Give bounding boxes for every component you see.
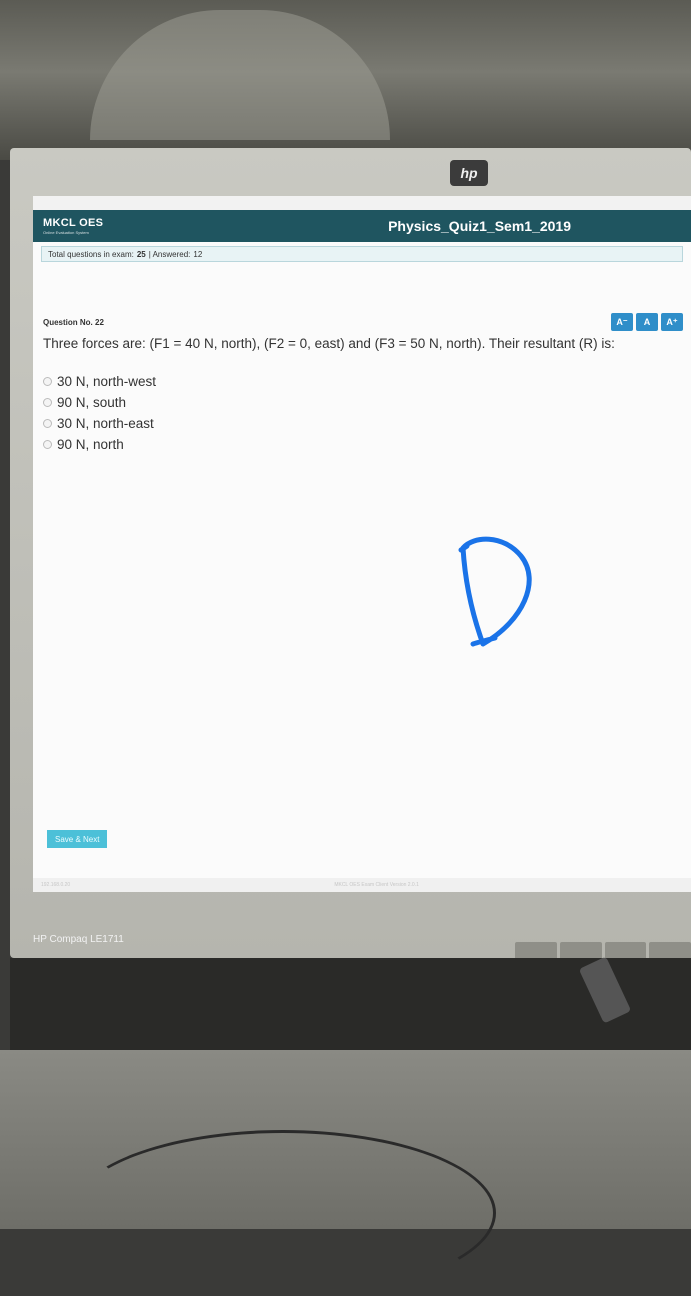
background-wall [0, 0, 691, 160]
total-questions-label: Total questions in exam: [48, 249, 134, 259]
radio-button[interactable] [43, 377, 52, 386]
desk-cable [70, 1130, 496, 1296]
brand-name: MKCL OES [43, 216, 104, 229]
exam-screen: MKCL OES Online Evaluation System Physic… [33, 196, 691, 892]
radio-button[interactable] [43, 419, 52, 428]
hp-logo: hp [450, 160, 488, 186]
browser-top-strip [33, 196, 691, 210]
answered-label: | Answered: [148, 249, 191, 259]
exam-title: Physics_Quiz1_Sem1_2019 [388, 218, 571, 234]
monitor-model-label: HP Compaq LE1711 [33, 934, 124, 945]
question-text: Three forces are: (F1 = 40 N, north), (F… [43, 336, 615, 351]
option-label: 90 N, south [57, 395, 127, 410]
normal-font-button[interactable]: A [636, 313, 658, 331]
question-panel: Question No. 22 A⁻ A A⁺ Three forces are… [43, 298, 683, 852]
brand-logo: MKCL OES Online Evaluation System [43, 216, 104, 235]
option-label: 30 N, north-east [57, 416, 154, 431]
save-and-next-button[interactable]: Save & Next [47, 830, 108, 848]
handwritten-d-annotation [458, 536, 532, 647]
answer-option[interactable]: 30 N, north-west [43, 371, 683, 392]
answered-value: 12 [193, 249, 203, 259]
answer-option[interactable]: 90 N, south [43, 392, 683, 413]
radio-button[interactable] [43, 440, 52, 449]
option-label: 90 N, north [57, 437, 124, 452]
total-questions-value: 25 [136, 249, 146, 259]
answer-options: 30 N, north-west 90 N, south 30 N, north… [43, 371, 683, 455]
radio-button[interactable] [43, 398, 52, 407]
answer-option[interactable]: 90 N, north [43, 434, 683, 455]
option-label: 30 N, north-west [57, 374, 157, 389]
brand-subtitle: Online Evaluation System [43, 229, 89, 235]
footer: 192.168.0.20 MKCL OES Exam Client Versio… [33, 878, 691, 892]
footer-ip: 192.168.0.20 [41, 882, 71, 888]
app-header: MKCL OES Online Evaluation System Physic… [33, 210, 691, 242]
increase-font-button[interactable]: A⁺ [661, 313, 683, 331]
exam-stats-bar: Total questions in exam: 25 | Answered: … [41, 246, 683, 262]
question-number: Question No. 22 [43, 317, 104, 327]
answer-option[interactable]: 30 N, north-east [43, 413, 683, 434]
ceiling-arch [90, 10, 390, 140]
decrease-font-button[interactable]: A⁻ [611, 313, 633, 331]
font-size-controls: A⁻ A A⁺ [611, 313, 683, 331]
footer-version: MKCL OES Exam Client Version 2.0.1 [334, 882, 419, 888]
question-header: Question No. 22 A⁻ A A⁺ [43, 312, 683, 332]
